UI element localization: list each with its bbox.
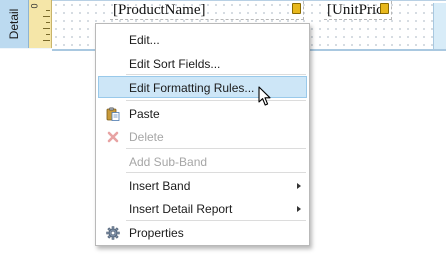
menu-item-paste[interactable]: Paste	[98, 102, 307, 124]
band-right-margin	[433, 3, 446, 49]
submenu-arrow-icon	[297, 206, 301, 212]
submenu-arrow-icon	[297, 183, 301, 189]
field-smart-tag-icon[interactable]	[292, 3, 301, 14]
menu-item-properties[interactable]: Properties	[98, 221, 307, 243]
mouse-cursor-icon	[258, 86, 271, 106]
menu-item-edit[interactable]: Edit...	[98, 28, 307, 50]
gear-icon	[106, 226, 120, 240]
menu-separator	[126, 172, 306, 173]
menu-item-label: Insert Band	[129, 179, 191, 193]
ruler-tick	[43, 40, 50, 41]
menu-separator	[126, 100, 306, 101]
ruler-tick	[46, 10, 50, 11]
band-caption-tab[interactable]: Detail	[0, 0, 29, 48]
menu-item-label: Edit Sort Fields...	[129, 57, 221, 71]
menu-item-label: Paste	[129, 107, 160, 121]
band-caption: Detail	[7, 8, 21, 40]
ruler-tick	[46, 34, 50, 35]
menu-item-label: Edit...	[129, 33, 160, 47]
unit-price-field[interactable]: [UnitPric	[324, 1, 392, 20]
menu-item-label: Properties	[129, 226, 184, 240]
menu-item-delete[interactable]: Delete	[98, 125, 307, 147]
ruler-tick	[43, 28, 50, 29]
ruler-tick	[43, 16, 50, 17]
menu-item-label: Add Sub-Band	[129, 155, 208, 169]
field-text: [UnitPric	[327, 2, 383, 18]
product-name-field[interactable]: [ProductName]	[110, 1, 304, 20]
menu-item-edit-sort-fields[interactable]: Edit Sort Fields...	[98, 52, 307, 74]
menu-item-insert-detail-report[interactable]: Insert Detail Report	[98, 197, 307, 219]
menu-item-edit-formatting-rules[interactable]: Edit Formatting Rules...	[98, 76, 307, 98]
menu-item-label: Insert Detail Report	[129, 202, 233, 216]
field-text: [ProductName]	[113, 2, 206, 18]
menu-item-label: Delete	[129, 130, 164, 144]
context-menu: Edit... Edit Sort Fields... Edit Formatt…	[95, 23, 310, 246]
menu-separator	[126, 74, 306, 75]
delete-icon	[107, 131, 119, 143]
menu-item-insert-band[interactable]: Insert Band	[98, 174, 307, 196]
menu-separator	[126, 148, 306, 149]
vertical-ruler: 0	[29, 0, 52, 48]
menu-item-label: Edit Formatting Rules...	[129, 81, 255, 95]
ruler-tick	[46, 22, 50, 23]
paste-icon	[106, 107, 120, 121]
ruler-number: 0	[29, 3, 40, 9]
menu-item-add-sub-band[interactable]: Add Sub-Band	[98, 150, 307, 172]
field-smart-tag-icon[interactable]	[380, 3, 389, 14]
